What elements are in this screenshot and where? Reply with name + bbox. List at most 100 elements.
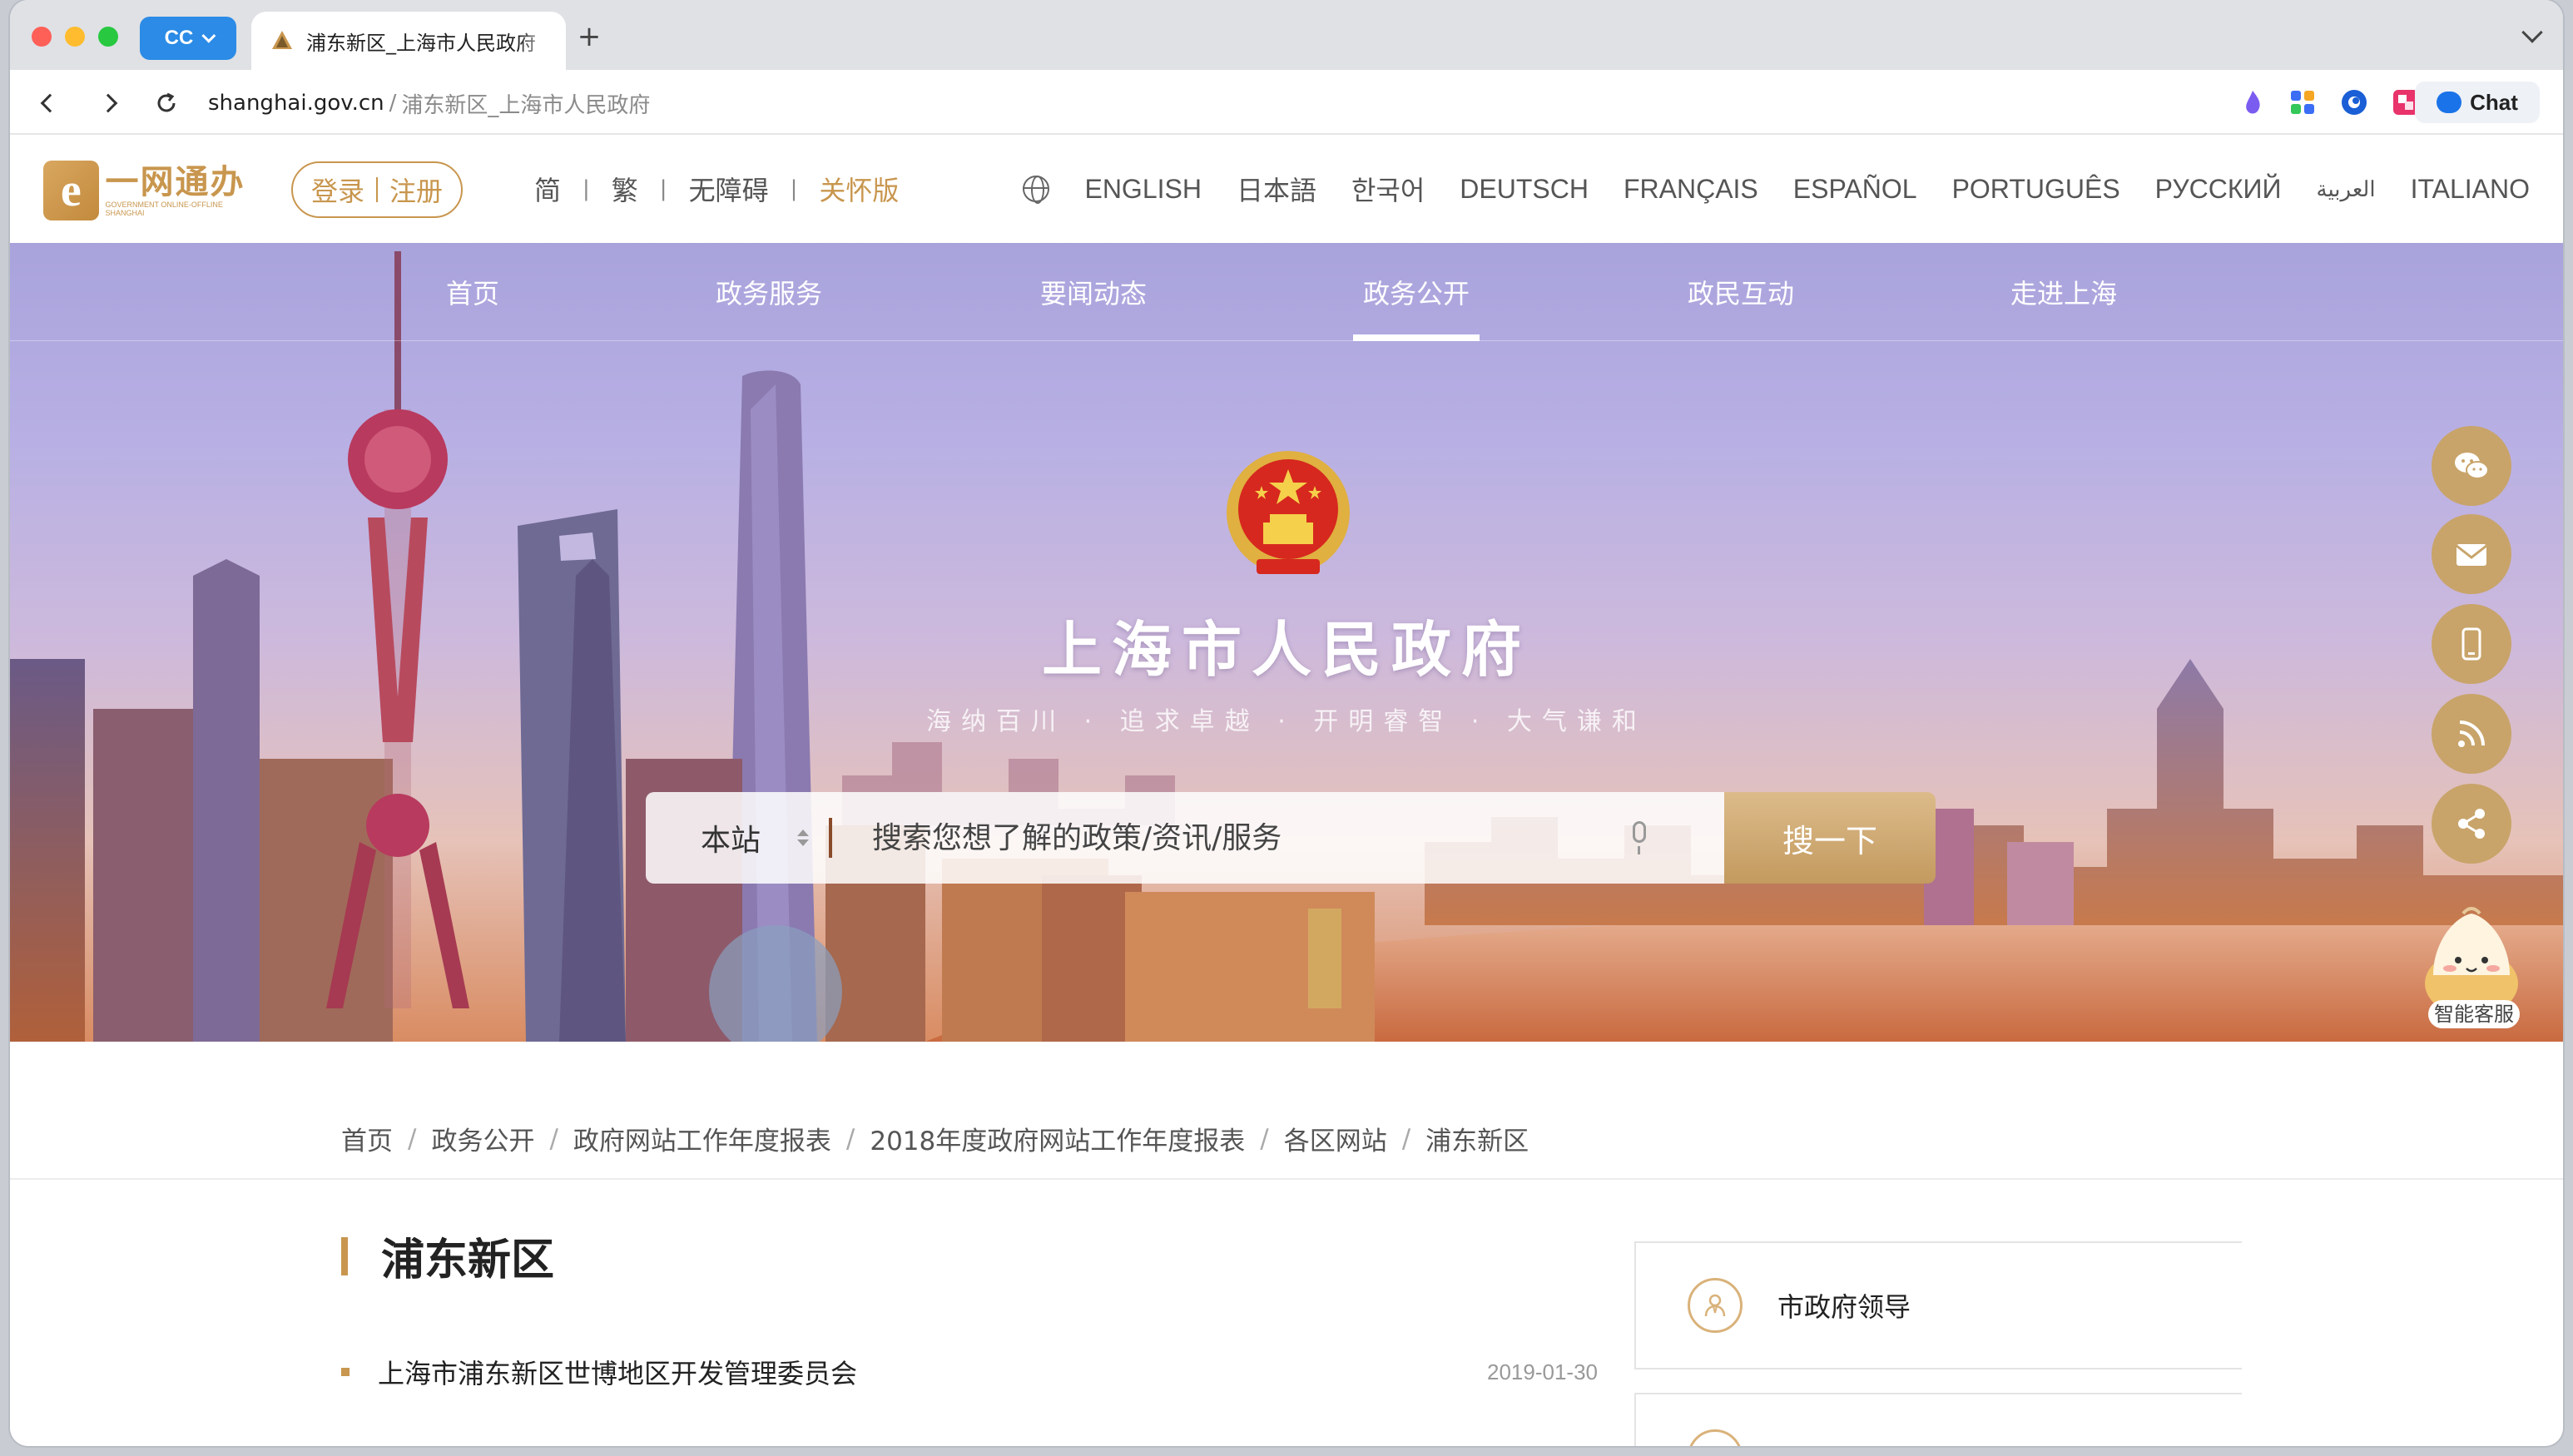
nav-gov-services[interactable]: 政务服务	[716, 273, 822, 311]
mail-icon	[2456, 544, 2487, 566]
site-top-bar: e 一网通办 GOVERNMENT ONLINE-OFFLINE SHANGHA…	[10, 135, 2563, 243]
forward-button[interactable]	[93, 88, 123, 118]
list-item-date: 2019-01-30	[1487, 1359, 1598, 1384]
hero-title: 上海市人民政府	[1041, 615, 1531, 685]
main-nav: 首页 政务服务 要闻动态 政务公开 政民互动 走进上海	[10, 243, 2563, 341]
url-field[interactable]: shanghai.gov.cn / 浦东新区_上海市人民政府	[208, 87, 650, 120]
simplified-link[interactable]: 简	[534, 170, 561, 208]
script-switcher: 简 | 繁 | 无障碍 | 关怀版	[534, 170, 899, 208]
breadcrumb: 首页 / 政务公开 / 政府网站工作年度报表 / 2018年度政府网站工作年度报…	[341, 1120, 1529, 1157]
nav-interaction[interactable]: 政民互动	[1688, 273, 1794, 311]
mobile-icon	[2461, 627, 2481, 661]
share-icon	[2458, 809, 2485, 839]
active-tab[interactable]: 浦东新区_上海市人民政府	[251, 12, 566, 70]
lang-japanese[interactable]: 日本語	[1237, 170, 1316, 208]
breadcrumb-2018-reports[interactable]: 2018年度政府网站工作年度报表	[870, 1120, 1245, 1157]
chat-bubble-icon	[2437, 92, 2462, 113]
rss-icon	[2458, 721, 2485, 747]
nav-gov-affairs-open[interactable]: 政务公开	[1352, 273, 1480, 341]
rss-button[interactable]	[2432, 694, 2511, 774]
nav-about-shanghai[interactable]: 走进上海	[2010, 273, 2117, 311]
microphone-icon[interactable]	[1629, 821, 1649, 854]
web-page: e 一网通办 GOVERNMENT ONLINE-OFFLINE SHANGHA…	[10, 135, 2563, 1446]
lang-russian[interactable]: РУССКИЙ	[2155, 174, 2282, 205]
logo-subtext: GOVERNMENT ONLINE-OFFLINE SHANGHAI	[105, 201, 223, 217]
back-button[interactable]	[35, 88, 65, 118]
profile-button[interactable]: CC	[140, 17, 236, 60]
logo-mark: e	[43, 161, 99, 220]
site-search: 本站 搜一下	[646, 792, 1941, 884]
search-button[interactable]: 搜一下	[1724, 792, 1936, 884]
breadcrumb-district-sites[interactable]: 各区网站	[1284, 1120, 1387, 1157]
globe-icon	[1023, 176, 1050, 204]
breadcrumb-home[interactable]: 首页	[341, 1120, 393, 1157]
nav-news[interactable]: 要闻动态	[1040, 273, 1147, 311]
nav-home[interactable]: 首页	[446, 273, 499, 311]
sidebar-card-leaders[interactable]: 市政府领导	[1634, 1241, 2242, 1369]
traditional-link[interactable]: 繁	[612, 170, 638, 208]
script-separator: |	[659, 176, 667, 201]
lang-german[interactable]: DEUTSCH	[1460, 174, 1589, 205]
extension-flame-icon[interactable]	[2238, 88, 2267, 116]
chat-label: Chat	[2470, 89, 2518, 115]
address-bar: shanghai.gov.cn / 浦东新区_上海市人民政府 Chat	[10, 70, 2563, 135]
breadcrumb-gov-affairs[interactable]: 政务公开	[431, 1120, 534, 1157]
care-mode-link[interactable]: 关怀版	[819, 170, 899, 208]
accessibility-link[interactable]: 无障碍	[689, 170, 769, 208]
logo-text: 一网通办	[105, 163, 245, 201]
minimize-window-button[interactable]	[65, 27, 85, 47]
breadcrumb-annual-reports[interactable]: 政府网站工作年度报表	[573, 1120, 831, 1157]
wechat-icon	[2455, 453, 2489, 479]
lang-korean[interactable]: 한국어	[1351, 170, 1425, 208]
language-bar: ENGLISH 日本語 한국어 DEUTSCH FRANÇAIS ESPAÑOL…	[1023, 170, 2530, 208]
script-separator: |	[790, 176, 798, 201]
site-logo[interactable]: e 一网通办 GOVERNMENT ONLINE-OFFLINE SHANGHA…	[43, 160, 256, 221]
card-icon	[1688, 1429, 1743, 1446]
breadcrumb-separator: /	[549, 1123, 558, 1154]
chat-button[interactable]: Chat	[2415, 82, 2540, 123]
lang-english[interactable]: ENGLISH	[1084, 174, 1201, 205]
breadcrumb-pudong[interactable]: 浦东新区	[1425, 1120, 1529, 1157]
share-button[interactable]	[2432, 784, 2511, 864]
register-link[interactable]: 注册	[389, 171, 443, 209]
new-tab-button[interactable]: +	[573, 20, 606, 53]
search-scope-select[interactable]: 本站	[701, 816, 761, 859]
national-emblem-icon	[1227, 451, 1350, 574]
extension-globe-icon[interactable]	[2340, 88, 2368, 116]
hero-subtitle: 海纳百川 · 追求卓越 · 开明睿智 · 大气谦和	[926, 707, 1647, 736]
list-item-title[interactable]: 上海市浦东新区世博地区开发管理委员会	[378, 1353, 1487, 1391]
zoom-window-button[interactable]	[98, 27, 118, 47]
breadcrumb-separator: /	[1401, 1123, 1411, 1154]
mobile-button[interactable]	[2432, 604, 2511, 684]
reload-icon	[157, 92, 176, 112]
pill-divider	[376, 177, 379, 202]
tab-search-chevron-icon[interactable]	[2521, 22, 2543, 43]
bullet-icon	[341, 1368, 350, 1376]
mail-button[interactable]	[2432, 514, 2511, 594]
url-path: 浦东新区_上海市人民政府	[401, 92, 651, 118]
site-favicon-icon	[272, 31, 292, 49]
wechat-button[interactable]	[2432, 426, 2511, 506]
sidebar-card[interactable]	[1634, 1393, 2242, 1446]
url-host: shanghai.gov.cn	[208, 91, 384, 116]
login-link[interactable]: 登录	[311, 171, 364, 209]
lang-arabic[interactable]: العربية	[2317, 176, 2376, 202]
assistant-label[interactable]: 智能客服	[2428, 1000, 2520, 1028]
search-divider	[829, 818, 833, 858]
section-heading: 浦东新区	[341, 1225, 554, 1287]
script-separator: |	[583, 176, 590, 201]
breadcrumb-separator: /	[1260, 1123, 1269, 1154]
lang-french[interactable]: FRANÇAIS	[1624, 174, 1758, 205]
extension-grid-icon[interactable]	[2288, 88, 2317, 116]
select-arrows-icon[interactable]	[797, 830, 810, 846]
search-input[interactable]	[872, 820, 1622, 855]
lang-portuguese[interactable]: PORTUGUÊS	[1952, 174, 2120, 205]
forward-arrow-icon	[98, 93, 118, 113]
breadcrumb-separator: /	[408, 1123, 417, 1154]
lang-spanish[interactable]: ESPAÑOL	[1793, 174, 1917, 205]
reload-button[interactable]	[151, 88, 181, 118]
close-window-button[interactable]	[32, 27, 52, 47]
lang-italian[interactable]: ITALIANO	[2411, 174, 2530, 205]
browser-window: CC 浦东新区_上海市人民政府 + shanghai.gov.cn / 浦东新区…	[10, 0, 2563, 1446]
list-item[interactable]: 上海市浦东新区世博地区开发管理委员会 2019-01-30	[341, 1353, 1598, 1391]
